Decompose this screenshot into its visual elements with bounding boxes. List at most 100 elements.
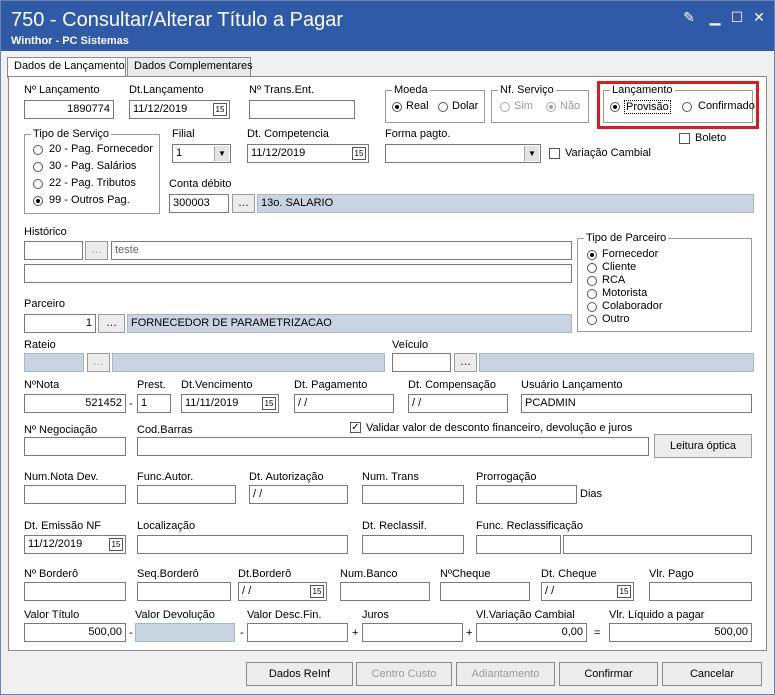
centro-custo-button[interactable]: Centro Custo (356, 662, 452, 686)
num-cheque-field[interactable] (440, 582, 530, 601)
parceiro-colaborador-radio[interactable] (587, 302, 597, 312)
tab-panel: Nº Lançamento 1890774 Dt.Lançamento 11/1… (8, 76, 767, 651)
calendar-icon[interactable]: 15 (109, 538, 123, 551)
seq-bordero-field[interactable] (137, 582, 231, 601)
prest-field[interactable]: 1 (137, 394, 171, 413)
historico-line2-field[interactable] (24, 264, 572, 283)
parceiro-rca-radio[interactable] (587, 276, 597, 286)
valor-titulo-label: Valor Título (24, 609, 80, 621)
lanc-confirmado-radio[interactable] (682, 102, 692, 112)
calendar-icon[interactable]: 15 (310, 585, 324, 598)
cod-barras-label: Cod.Barras (137, 424, 193, 436)
dt-cheque-field[interactable]: / / 15 (541, 582, 634, 601)
calendar-icon[interactable]: 15 (617, 585, 631, 598)
rateio-search-button[interactable]: … (87, 353, 110, 372)
moeda-real-radio[interactable] (392, 102, 402, 112)
vlr-liquido-field[interactable]: 500,00 (609, 623, 752, 642)
dt-bordero-field[interactable]: / / 15 (238, 582, 327, 601)
parceiro-search-button[interactable]: … (98, 314, 125, 333)
tab-dados-complementares[interactable]: Dados Complementares (127, 57, 253, 77)
dados-reinf-button[interactable]: Dados ReInf (246, 662, 353, 686)
nf-sim-label: Sim (514, 100, 533, 112)
calendar-icon[interactable]: 15 (213, 103, 227, 116)
boleto-label: Boleto (695, 132, 727, 144)
localizacao-field[interactable] (137, 535, 348, 554)
calendar-icon[interactable]: 15 (352, 147, 366, 160)
historico-label: Histórico (24, 226, 67, 238)
dt-autorizacao-field[interactable]: / / (249, 485, 348, 504)
moeda-dolar-radio[interactable] (438, 102, 448, 112)
conta-debito-field[interactable]: 300003 (169, 194, 229, 213)
close-icon[interactable]: ✕ (751, 9, 767, 25)
dt-lancamento-field[interactable]: 11/12/2019 15 (129, 100, 230, 119)
num-nota-dev-field[interactable] (24, 485, 126, 504)
historico-search-button[interactable]: … (85, 241, 108, 260)
parceiro-cliente-radio[interactable] (587, 263, 597, 273)
dt-reclassif-field[interactable] (362, 535, 464, 554)
tipo-servico-99-radio[interactable] (33, 196, 43, 206)
nf-nao-radio[interactable] (546, 102, 556, 112)
func-reclassificacao-code-field[interactable] (476, 535, 561, 554)
filial-select[interactable]: 1 ▼ (172, 144, 231, 163)
dt-compensacao-field[interactable]: / / (408, 394, 508, 413)
veiculo-code-field[interactable] (392, 353, 451, 372)
num-trans-field[interactable] (362, 485, 464, 504)
parceiro-colaborador-label: Colaborador (602, 300, 663, 312)
variacao-cambial-checkbox[interactable] (549, 148, 560, 159)
forma-pagto-select[interactable]: ▼ (385, 144, 541, 163)
vl-variacao-field[interactable]: 0,00 (476, 623, 587, 642)
parceiro-fornecedor-radio[interactable] (587, 250, 597, 260)
num-lancamento-label: Nº Lançamento (24, 84, 100, 96)
tipo-servico-label: Tipo de Serviço (31, 128, 112, 140)
func-reclassificacao-name-field[interactable] (563, 535, 752, 554)
boleto-checkbox[interactable] (679, 133, 690, 144)
func-autor-field[interactable] (137, 485, 236, 504)
dt-competencia-field[interactable]: 11/12/2019 15 (247, 144, 369, 163)
historico-text-field[interactable]: teste (111, 241, 572, 260)
parceiro-code-field[interactable]: 1 (24, 314, 96, 333)
lanc-provisao-radio[interactable] (610, 102, 620, 112)
tipo-servico-30-radio[interactable] (33, 162, 43, 172)
parceiro-motorista-radio[interactable] (587, 289, 597, 299)
calendar-icon[interactable]: 15 (262, 397, 276, 410)
chevron-down-icon[interactable]: ▼ (214, 146, 229, 161)
dt-emissao-field[interactable]: 11/12/2019 15 (24, 535, 126, 554)
historico-code-field[interactable] (24, 241, 83, 260)
juros-field[interactable] (362, 623, 463, 642)
conta-debito-search-button[interactable]: … (232, 194, 255, 213)
cancelar-button[interactable]: Cancelar (662, 662, 762, 686)
num-lancamento-field[interactable]: 1890774 (24, 100, 114, 119)
dt-bordero-label: Dt.Borderô (238, 568, 292, 580)
trans-ent-field[interactable] (249, 100, 355, 119)
nf-sim-radio[interactable] (500, 102, 510, 112)
valor-desc-fin-field[interactable] (247, 623, 348, 642)
minimize-icon[interactable]: ▁ (707, 9, 723, 25)
tipo-servico-20-radio[interactable] (33, 145, 43, 155)
dt-vencimento-field[interactable]: 11/11/2019 15 (181, 394, 279, 413)
leitura-optica-button[interactable]: Leitura óptica (654, 434, 752, 458)
num-nota-field[interactable]: 521452 (24, 394, 126, 413)
tipo-servico-22-radio[interactable] (33, 179, 43, 189)
edit-icon[interactable]: ✎ (681, 9, 697, 25)
lancamento-label: Lançamento (610, 84, 675, 96)
valor-titulo-field[interactable]: 500,00 (24, 623, 126, 642)
dt-pagamento-field[interactable]: / / (294, 394, 394, 413)
num-bordero-field[interactable] (24, 582, 126, 601)
num-negociacao-field[interactable] (24, 437, 126, 456)
cod-barras-field[interactable] (137, 437, 649, 456)
prorrogacao-field[interactable] (476, 485, 577, 504)
num-banco-field[interactable] (340, 582, 430, 601)
moeda-real-label: Real (406, 100, 429, 112)
minus-sign: - (129, 627, 133, 639)
parceiro-outro-radio[interactable] (587, 315, 597, 325)
validar-checkbox[interactable]: ✓ (350, 422, 361, 433)
veiculo-search-button[interactable]: … (454, 353, 477, 372)
func-reclassificacao-label: Func. Reclassificação (476, 520, 583, 532)
usuario-lancamento-field[interactable]: PCADMIN (521, 394, 752, 413)
confirmar-button[interactable]: Confirmar (559, 662, 658, 686)
adiantamento-button[interactable]: Adiantamento (456, 662, 555, 686)
chevron-down-icon[interactable]: ▼ (524, 146, 539, 161)
vlr-pago-field[interactable] (649, 582, 752, 601)
tab-dados-lancamento[interactable]: Dados de Lançamento (7, 57, 126, 78)
maximize-icon[interactable]: ☐ (729, 9, 745, 25)
